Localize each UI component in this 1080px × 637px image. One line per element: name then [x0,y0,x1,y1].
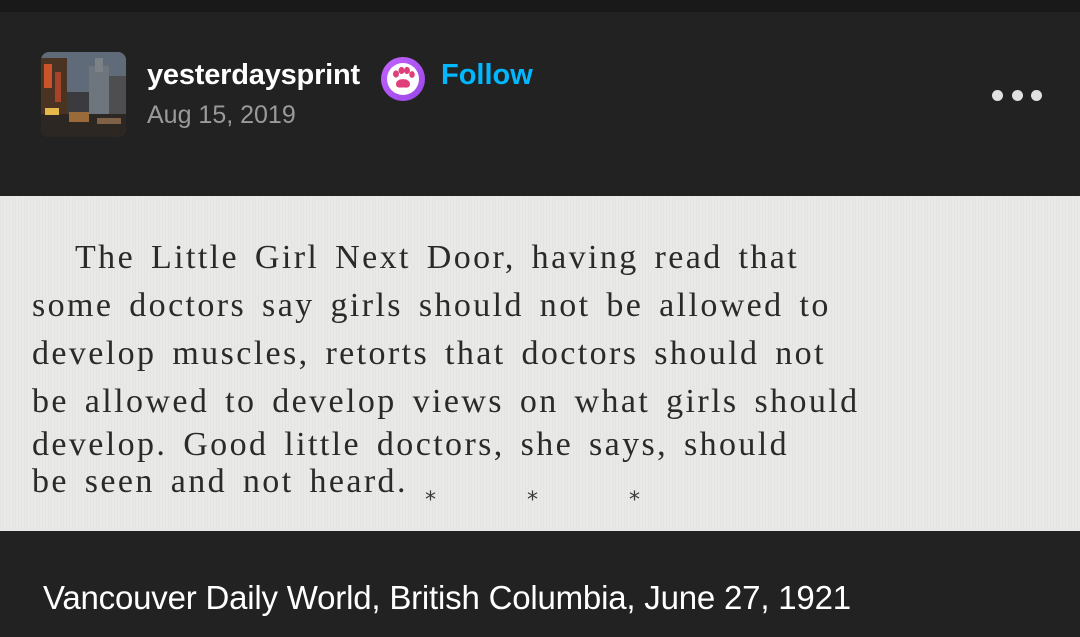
post-caption: Vancouver Daily World, British Columbia,… [43,579,851,616]
city-street-avatar-icon [41,52,126,137]
asterisk: * [629,488,640,513]
asterisk: * [527,488,538,513]
top-divider [0,0,1080,12]
clipping-text: The Little Girl Next Door, having read t… [32,234,1048,500]
newspaper-clipping-image: The Little Girl Next Door, having read t… [0,196,1080,531]
post-header: yesterdaysprint Follow Aug 15, 2019 [0,12,1080,196]
post-date[interactable]: Aug 15, 2019 [147,101,296,130]
dot [992,89,1003,101]
paw-badge-icon [381,57,425,101]
section-separator: * * * [425,488,640,513]
username[interactable]: yesterdaysprint [147,59,360,92]
more-options-icon[interactable] [992,82,1042,108]
clipping-line: some doctors say girls should not be all… [32,287,831,324]
clipping-line: develop muscles, retorts that doctors sh… [32,335,826,372]
clipping-line: develop. Good little doctors, she says, … [32,426,790,463]
dot [1011,89,1023,101]
asterisk: * [425,488,436,513]
clipping-line: The Little Girl Next Door, having read t… [75,239,800,276]
dot [1031,89,1042,101]
follow-button[interactable]: Follow [441,59,533,92]
clipping-line: be allowed to develop views on what girl… [32,383,860,420]
avatar[interactable] [41,52,126,137]
